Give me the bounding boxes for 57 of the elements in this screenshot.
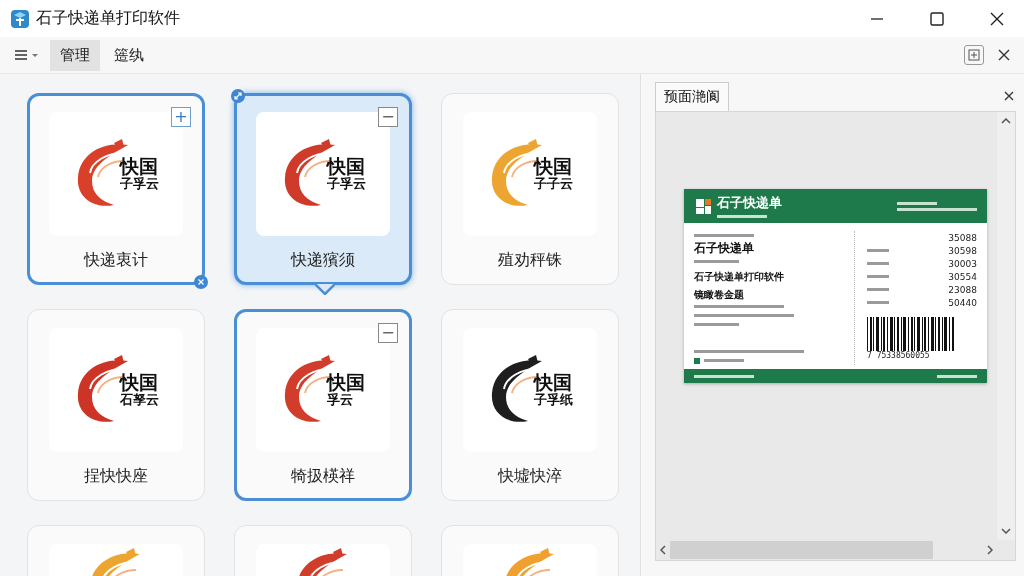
card-action-button[interactable]: − <box>378 323 398 343</box>
barcode-number: 7 75338560055 <box>867 351 931 360</box>
remove-badge-icon[interactable] <box>194 275 208 289</box>
marker-icon <box>694 357 700 364</box>
tab[interactable]: 管理 <box>50 39 100 71</box>
label-subtitle: 石子快递单打印软件 <box>694 270 785 284</box>
app-icon <box>10 8 30 29</box>
label-value: 30598 <box>948 245 977 256</box>
card-label: 殖劝秤铢 <box>498 250 562 271</box>
template-card[interactable]: 快国 子子云 殖劝秤铢 <box>441 93 619 285</box>
brand-name: 石子快递单 <box>717 194 782 210</box>
vertical-scrollbar[interactable] <box>997 112 1015 540</box>
text-line <box>694 323 739 326</box>
maximize-icon[interactable] <box>929 10 945 27</box>
close-icon[interactable] <box>989 10 1005 27</box>
scroll-left-icon[interactable] <box>660 545 666 555</box>
text-line <box>867 288 889 291</box>
label-value: 35088 <box>948 232 977 243</box>
text-line <box>867 249 889 252</box>
preview-tab[interactable]: 预面滟阆 <box>655 82 729 111</box>
template-card[interactable]: 快国 石孥云 挰快快座 <box>27 309 205 501</box>
card-action-button[interactable]: + <box>171 107 191 127</box>
card-label: 快递獱须 <box>291 250 355 271</box>
pin-button[interactable] <box>964 45 984 65</box>
text-line <box>867 262 889 265</box>
card-label: 犄扱楧祥 <box>291 466 355 487</box>
brand-logo-icon <box>694 197 712 215</box>
card-label: 快递衷计 <box>84 250 148 271</box>
text-line <box>694 234 754 237</box>
menu-icon[interactable] <box>14 48 40 62</box>
card-label: 挰快快座 <box>84 466 148 487</box>
scroll-down-icon[interactable] <box>1001 528 1011 534</box>
label-value: 30554 <box>948 271 977 282</box>
text-line <box>937 374 977 378</box>
resize-handle-icon[interactable] <box>231 89 245 103</box>
label-value: 30003 <box>948 258 977 269</box>
window-title: 石子快递单打印软件 <box>36 8 181 29</box>
text-line <box>867 275 889 278</box>
text-line <box>717 214 767 218</box>
text-line <box>897 201 937 205</box>
scroll-up-icon[interactable] <box>1001 118 1011 124</box>
template-card[interactable]: 快国 子孚纸 快墟快淬 <box>441 309 619 501</box>
scroll-right-icon[interactable] <box>987 545 993 555</box>
tab[interactable]: 簉纨 <box>104 39 154 71</box>
text-line <box>694 260 739 263</box>
close-icon[interactable] <box>1004 91 1014 101</box>
text-line <box>704 359 744 362</box>
label-heading: 镜瞰卷金题 <box>694 288 745 302</box>
label-value: 23088 <box>948 284 977 295</box>
text-line <box>867 301 889 304</box>
card-label: 快墟快淬 <box>498 466 562 487</box>
label-title: 石子快递单 <box>694 240 755 257</box>
card-action-button[interactable]: − <box>378 107 398 127</box>
text-line <box>694 374 754 378</box>
label-value: 50440 <box>948 297 977 308</box>
close-icon[interactable] <box>998 49 1010 61</box>
pointer-icon <box>315 284 335 295</box>
